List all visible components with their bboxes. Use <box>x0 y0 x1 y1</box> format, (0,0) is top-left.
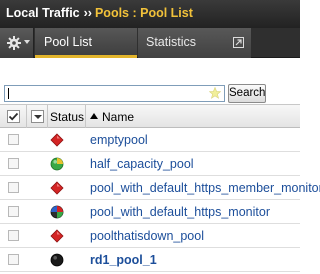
status-red-diamond-icon <box>50 229 64 243</box>
external-window-icon <box>233 37 244 48</box>
pool-name-link[interactable]: pool_with_default_https_member_monitor <box>90 181 320 195</box>
search-button[interactable]: Search <box>228 84 266 103</box>
table-row: emptypool <box>0 128 300 152</box>
tab-label: Pool List <box>44 35 92 49</box>
status-black-circle-icon <box>50 253 64 267</box>
options-menu-button[interactable] <box>0 28 34 58</box>
table-row: pool_with_default_https_monitor <box>0 200 300 224</box>
row-checkbox[interactable] <box>8 254 19 265</box>
breadcrumb-separator: ›› <box>83 6 92 20</box>
table-row: poolthatisdown_pool <box>0 224 300 248</box>
gear-icon <box>7 36 21 50</box>
search-input[interactable] <box>4 85 225 102</box>
row-checkbox[interactable] <box>8 230 19 241</box>
sort-ascending-icon <box>90 113 98 119</box>
breadcrumb: Local Traffic ›› Pools : Pool List <box>0 0 300 28</box>
row-checkbox[interactable] <box>8 206 19 217</box>
row-checkbox[interactable] <box>8 158 19 169</box>
pool-name-link[interactable]: rd1_pool_1 <box>90 253 157 267</box>
pool-table-body: emptypool half_capacity_pool pool_with_d… <box>0 128 320 272</box>
pool-name-link[interactable]: pool_with_default_https_monitor <box>90 205 270 219</box>
page-title: Pools : Pool List <box>94 6 193 20</box>
row-checkbox[interactable] <box>8 182 19 193</box>
header-status[interactable]: Status <box>50 110 84 124</box>
chevron-down-icon <box>24 40 30 44</box>
pool-name-link[interactable]: poolthatisdown_pool <box>90 229 204 243</box>
star-icon[interactable] <box>209 87 221 99</box>
text-cursor <box>8 87 9 99</box>
check-icon <box>8 112 19 121</box>
column-divider <box>47 105 48 128</box>
status-multicolor-circle-icon <box>50 205 64 219</box>
table-row: rd1_pool_1 <box>0 248 300 272</box>
column-divider <box>85 105 86 128</box>
tab-bar: Pool List Statistics <box>0 28 300 58</box>
header-name[interactable]: Name <box>90 110 134 124</box>
table-row: pool_with_default_https_member_monitor <box>0 176 320 200</box>
table-header: Status Name <box>0 104 300 128</box>
status-green-circle-icon <box>50 157 64 171</box>
column-divider <box>26 105 27 128</box>
pool-name-link[interactable]: half_capacity_pool <box>90 157 194 171</box>
tab-statistics[interactable]: Statistics <box>138 28 251 58</box>
row-checkbox[interactable] <box>8 134 19 145</box>
status-red-diamond-icon <box>50 181 64 195</box>
select-all-checkbox[interactable] <box>7 110 20 123</box>
status-red-diamond-icon <box>50 133 64 147</box>
tab-pool-list[interactable]: Pool List <box>35 28 137 58</box>
filter-bar: Search <box>0 58 300 104</box>
selection-menu-dropdown[interactable] <box>31 110 44 123</box>
tab-label: Statistics <box>146 35 197 49</box>
table-row: half_capacity_pool <box>0 152 300 176</box>
header-name-label: Name <box>102 110 135 124</box>
pool-name-link[interactable]: emptypool <box>90 133 148 147</box>
breadcrumb-section[interactable]: Local Traffic <box>6 6 80 20</box>
